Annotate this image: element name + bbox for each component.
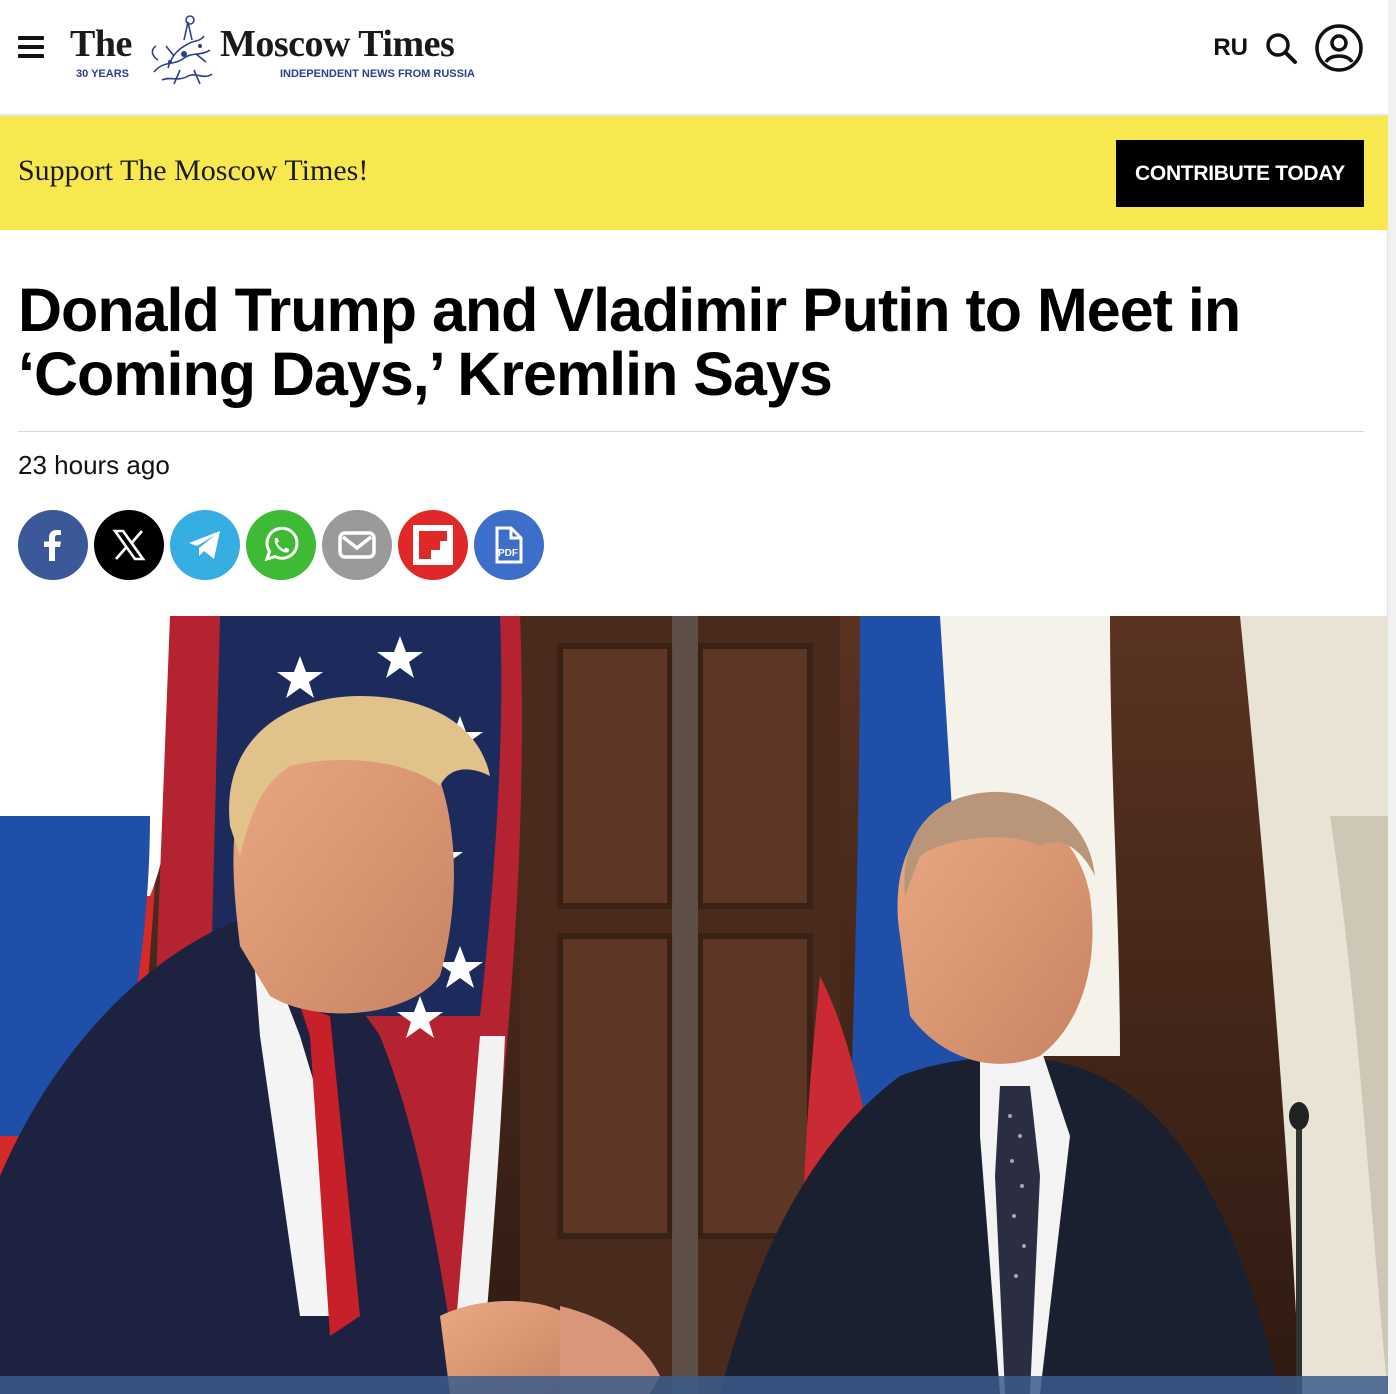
language-switch-link[interactable]: RU [1213, 34, 1248, 62]
facebook-share-button[interactable] [18, 510, 88, 580]
flipboard-icon [413, 525, 453, 565]
share-buttons: PDF [18, 510, 544, 580]
support-banner: Support The Moscow Times! CONTRIBUTE TOD… [0, 116, 1388, 230]
email-icon [338, 531, 376, 559]
logo-years-text: 30 YEARS [76, 68, 129, 80]
pdf-download-button[interactable]: PDF [474, 510, 544, 580]
x-icon [112, 529, 146, 561]
telegram-icon [189, 531, 220, 559]
facebook-icon [44, 530, 61, 561]
site-logo[interactable]: The Moscow Times 30 YEARS INDEPENDENT NE… [70, 15, 480, 92]
contribute-button[interactable]: CONTRIBUTE TODAY [1116, 140, 1364, 207]
flipboard-share-button[interactable] [398, 510, 468, 580]
logo-tagline-text: INDEPENDENT NEWS FROM RUSSIA [280, 68, 475, 80]
logo-name-text: Moscow Times [220, 23, 455, 65]
support-text: Support The Moscow Times! [18, 154, 369, 187]
pdf-icon: PDF [495, 526, 523, 564]
page-scrollbar[interactable] [1387, 0, 1396, 1394]
telegram-share-button[interactable] [170, 510, 240, 580]
user-account-icon[interactable] [1314, 23, 1364, 73]
article-headline: Donald Trump and Vladimir Putin to Meet … [18, 276, 1241, 408]
search-icon[interactable] [1264, 31, 1298, 65]
trump-putin-handshake-photo [0, 616, 1388, 1394]
st-george-emblem-icon [151, 15, 213, 85]
header-actions: RU [1213, 20, 1364, 76]
logo-the-text: The [70, 23, 132, 65]
whatsapp-share-button[interactable] [246, 510, 316, 580]
article-hero-image [0, 616, 1388, 1394]
headline-divider [18, 431, 1364, 432]
x-share-button[interactable] [94, 510, 164, 580]
whatsapp-icon [264, 526, 299, 562]
article-timestamp: 23 hours ago [18, 450, 170, 480]
email-share-button[interactable] [322, 510, 392, 580]
pdf-icon-label: PDF [498, 548, 518, 559]
site-header: The Moscow Times 30 YEARS INDEPENDENT NE… [0, 0, 1388, 116]
menu-icon[interactable] [18, 36, 44, 60]
